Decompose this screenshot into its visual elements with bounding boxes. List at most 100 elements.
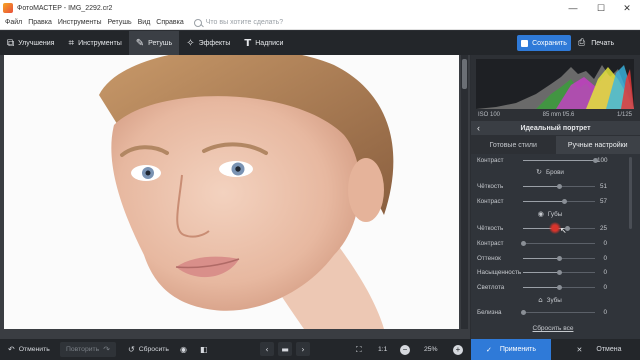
redo-button[interactable]: Повторить ↷ bbox=[60, 342, 116, 357]
slider-knob[interactable] bbox=[520, 310, 526, 315]
close-icon: ✕ bbox=[576, 345, 583, 354]
reset-all-link[interactable]: Сбросить все bbox=[471, 325, 635, 332]
cancel-button[interactable]: ✕ Отмена bbox=[558, 339, 640, 360]
fit-screen-button[interactable]: ⛶ bbox=[356, 339, 366, 360]
scroll-thumb[interactable] bbox=[462, 59, 467, 89]
slider-label: Оттенок bbox=[477, 254, 501, 262]
redo-label: Повторить bbox=[66, 346, 100, 353]
slider-track[interactable] bbox=[523, 312, 595, 313]
slider-knob[interactable] bbox=[556, 270, 562, 275]
brows-icon: ↻ bbox=[536, 168, 542, 176]
slider-fill bbox=[523, 186, 560, 187]
section-teeth[interactable]: ⌂ Зубы bbox=[471, 295, 629, 305]
slider-knob[interactable] bbox=[556, 256, 562, 261]
slider-lips-sharpness[interactable]: Чёткость 25 bbox=[477, 223, 607, 233]
redo-icon: ↷ bbox=[103, 345, 110, 354]
section-label: Губы bbox=[547, 210, 563, 218]
slider-lips-contrast[interactable]: Контраст 0 bbox=[477, 238, 607, 248]
slider-knob[interactable] bbox=[556, 285, 562, 290]
slider-teeth-whiteness[interactable]: Белизна 0 bbox=[477, 307, 607, 317]
command-search[interactable]: Что вы хотите сделать? bbox=[193, 18, 283, 27]
minus-icon: − bbox=[400, 344, 410, 355]
canvas-scrollbar[interactable] bbox=[461, 55, 468, 329]
tab-retouch[interactable]: ✎ Ретушь bbox=[128, 31, 180, 55]
slider-knob[interactable] bbox=[561, 199, 567, 204]
preset-title: Идеальный портрет bbox=[520, 124, 591, 132]
slider-contrast-skin[interactable]: Контраст 100 bbox=[477, 155, 608, 165]
tab-ready-styles[interactable]: Готовые стили bbox=[471, 136, 556, 154]
settings-panel: ISO 100 85 mm f/5.6 1/125 ‹ Идеальный по… bbox=[471, 55, 640, 339]
reset-button[interactable]: ↺ Сбросить bbox=[128, 339, 169, 360]
prev-image-button[interactable]: ‹ bbox=[260, 342, 274, 356]
portrait-photo[interactable] bbox=[4, 55, 459, 329]
tab-label: Эффекты bbox=[198, 39, 231, 47]
slider-lips-saturation[interactable]: Насыщенность 0 bbox=[477, 267, 607, 277]
minimize-button[interactable]: — bbox=[560, 0, 586, 16]
zoom-level-value: 25% bbox=[424, 346, 438, 353]
zoom-in-button[interactable]: + bbox=[453, 339, 463, 360]
menu-bar: Файл Правка Инструменты Ретушь Вид Справ… bbox=[0, 16, 640, 30]
histogram bbox=[476, 59, 634, 109]
slider-value: 0 bbox=[603, 283, 607, 291]
tab-label: Инструменты bbox=[78, 39, 122, 47]
slider-label: Белизна bbox=[477, 308, 502, 316]
slider-label: Насыщенность bbox=[477, 268, 522, 276]
back-arrow-icon[interactable]: ‹ bbox=[477, 123, 480, 133]
zoom-ratio-button[interactable]: 1:1 bbox=[378, 339, 387, 360]
print-button[interactable]: ⎙ Печать bbox=[578, 35, 614, 51]
apply-button[interactable]: ✓ Применить bbox=[471, 339, 551, 360]
crop-icon: ⌗ bbox=[68, 37, 75, 49]
section-brows[interactable]: ↻ Брови bbox=[471, 167, 629, 177]
preview-button[interactable]: ◉ bbox=[180, 339, 191, 360]
slider-knob[interactable] bbox=[557, 184, 563, 189]
menu-edit[interactable]: Правка bbox=[28, 19, 52, 26]
text-icon: T bbox=[244, 37, 252, 49]
cancel-label: Отмена bbox=[596, 346, 622, 353]
photo-canvas[interactable] bbox=[0, 55, 470, 339]
slider-value: 0 bbox=[603, 268, 607, 276]
maximize-button[interactable]: ☐ bbox=[588, 0, 614, 16]
close-window-button[interactable]: ✕ bbox=[614, 0, 640, 16]
menu-help[interactable]: Справка bbox=[156, 19, 183, 26]
tab-effects[interactable]: ✧ Эффекты bbox=[179, 31, 237, 55]
tab-tools[interactable]: ⌗ Инструменты bbox=[61, 31, 128, 55]
tab-manual-settings[interactable]: Ручные настройки bbox=[555, 136, 640, 154]
slider-fill bbox=[523, 272, 559, 273]
slider-brows-contrast[interactable]: Контраст 57 bbox=[477, 196, 607, 206]
check-icon: ✓ bbox=[485, 345, 492, 354]
slider-knob[interactable] bbox=[520, 241, 526, 246]
menu-retouch[interactable]: Ретушь bbox=[108, 19, 132, 26]
tab-enhancements[interactable]: ⧉ Улучшения bbox=[0, 31, 61, 55]
slider-brows-sharpness[interactable]: Чёткость 51 bbox=[477, 181, 607, 191]
compare-button[interactable]: ◧ bbox=[200, 339, 212, 360]
slider-fill bbox=[523, 287, 559, 288]
panel-scrollbar[interactable] bbox=[629, 157, 632, 229]
menu-tools[interactable]: Инструменты bbox=[58, 19, 102, 26]
slider-value: 0 bbox=[603, 239, 607, 247]
reset-label: Сбросить bbox=[138, 346, 169, 353]
reset-icon: ↺ bbox=[128, 345, 135, 354]
mouse-cursor-icon: ↖ bbox=[560, 226, 567, 235]
slider-value: 0 bbox=[603, 308, 607, 316]
undo-button[interactable]: ↶ Отменить bbox=[8, 339, 50, 360]
slider-lips-lightness[interactable]: Светлота 0 bbox=[477, 282, 607, 292]
slider-lips-hue[interactable]: Оттенок 0 bbox=[477, 253, 607, 263]
slider-fill bbox=[523, 160, 595, 161]
menu-file[interactable]: Файл bbox=[5, 19, 22, 26]
tab-text[interactable]: T Надписи bbox=[237, 31, 290, 55]
section-lips[interactable]: ◉ Губы bbox=[471, 209, 629, 219]
folder-button[interactable]: ▬ bbox=[278, 342, 292, 356]
save-button[interactable]: Сохранить bbox=[517, 35, 571, 51]
save-label: Сохранить bbox=[532, 39, 567, 47]
search-placeholder[interactable]: Что вы хотите сделать? bbox=[206, 19, 283, 26]
zoom-out-button[interactable]: − bbox=[400, 339, 410, 360]
slider-track[interactable] bbox=[523, 243, 595, 244]
fit-screen-icon: ⛶ bbox=[356, 344, 362, 354]
window-title: ФотоМАСТЕР - IMG_2292.cr2 bbox=[17, 4, 113, 12]
eye-icon: ◉ bbox=[537, 210, 544, 218]
slider-value: 51 bbox=[599, 182, 607, 190]
next-image-button[interactable]: › bbox=[296, 342, 310, 356]
slider-label: Чёткость bbox=[477, 224, 504, 232]
panel-subtabs: Готовые стили Ручные настройки bbox=[471, 136, 640, 154]
menu-view[interactable]: Вид bbox=[138, 19, 151, 26]
